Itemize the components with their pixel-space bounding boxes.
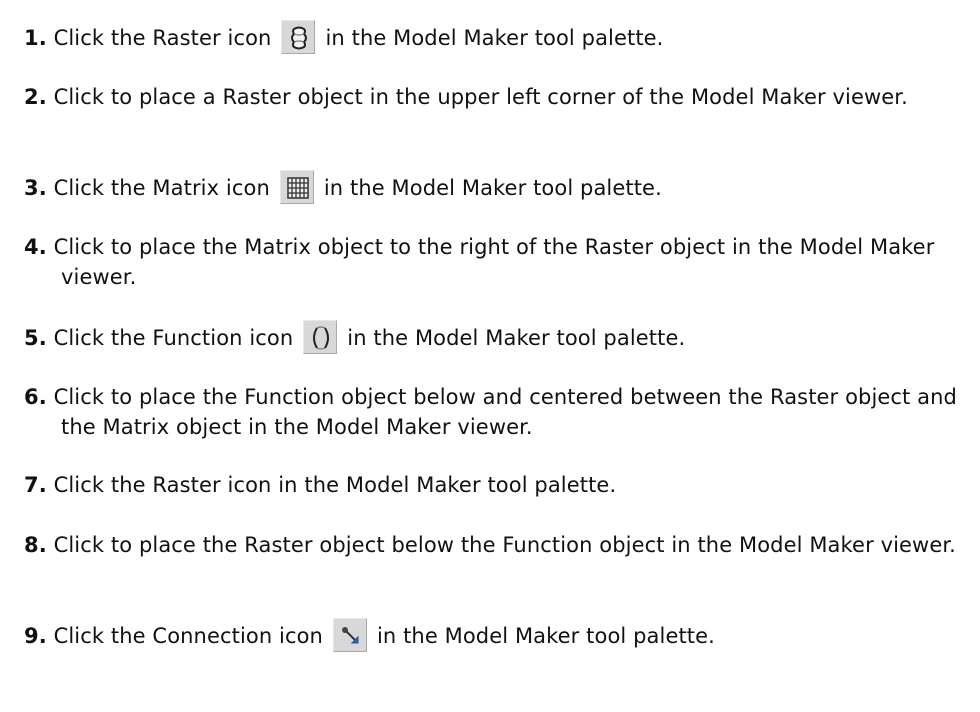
step-text-after: in the Model Maker tool palette.	[376, 624, 715, 648]
step-number: 3.	[24, 176, 47, 200]
step-number: 8.	[24, 533, 47, 557]
step-9: 9. Click the Connection icon in the Mode…	[24, 618, 964, 652]
step-text: Click to place the Matrix object to the …	[53, 235, 935, 289]
step-number: 1.	[24, 26, 47, 50]
step-text: Click the Raster icon in the Model Maker…	[53, 473, 617, 497]
step-1: 1. Click the Raster icon in the Model Ma…	[24, 20, 964, 54]
step-5: 5. Click the Function icon in the Model …	[24, 320, 964, 354]
step-text-before: Click the Connection icon	[53, 624, 323, 648]
step-text-after: in the Model Maker tool palette.	[323, 176, 662, 200]
step-6: 6. Click to place the Function object be…	[24, 382, 964, 442]
raster-icon	[281, 20, 316, 54]
instruction-document: 1. Click the Raster icon in the Model Ma…	[0, 0, 980, 712]
step-2: 2. Click to place a Raster object in the…	[24, 82, 964, 112]
step-text-before: Click the Raster icon	[53, 26, 272, 50]
step-text: Click to place the Raster object below t…	[53, 533, 956, 557]
step-number: 2.	[24, 85, 47, 109]
step-text-after: in the Model Maker tool palette.	[325, 26, 664, 50]
function-icon	[303, 320, 338, 354]
step-4: 4. Click to place the Matrix object to t…	[24, 232, 964, 292]
step-text-before: Click the Function icon	[53, 326, 294, 350]
step-3: 3. Click the Matrix icon in the Model Ma…	[24, 170, 964, 204]
step-text: Click to place the Function object below…	[53, 385, 957, 439]
step-text: Click to place a Raster object in the up…	[53, 85, 908, 109]
connection-icon	[332, 618, 367, 652]
step-number: 4.	[24, 235, 47, 259]
step-text-before: Click the Matrix icon	[53, 176, 270, 200]
matrix-icon	[279, 170, 314, 204]
step-number: 6.	[24, 385, 47, 409]
step-number: 5.	[24, 326, 47, 350]
step-number: 9.	[24, 624, 47, 648]
step-text-after: in the Model Maker tool palette.	[347, 326, 686, 350]
step-8: 8. Click to place the Raster object belo…	[24, 530, 964, 560]
step-number: 7.	[24, 473, 47, 497]
step-7: 7. Click the Raster icon in the Model Ma…	[24, 470, 964, 500]
